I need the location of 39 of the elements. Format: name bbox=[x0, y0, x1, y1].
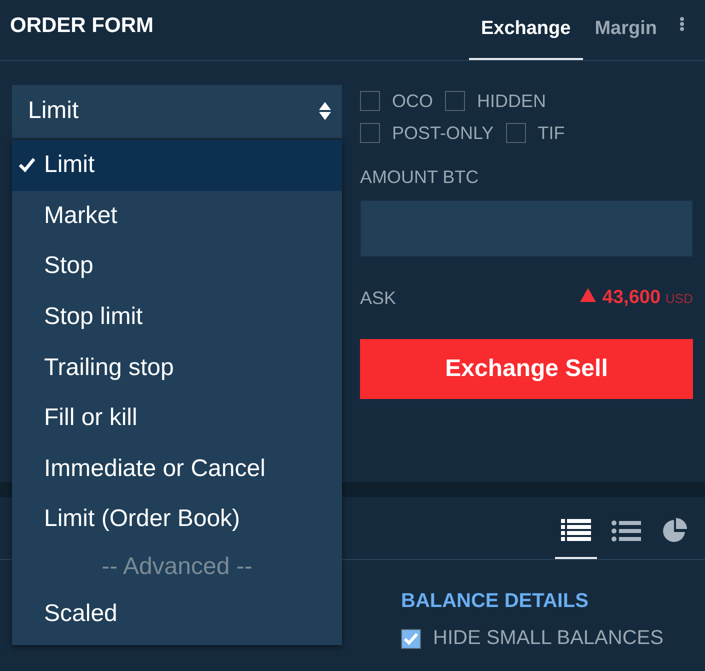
menu-option[interactable]: Stop limit bbox=[12, 292, 342, 342]
checkbox-label: HIDDEN bbox=[477, 90, 546, 112]
list-icon bbox=[611, 518, 641, 542]
tab[interactable]: Exchange bbox=[468, 0, 583, 60]
more-icon[interactable] bbox=[679, 16, 685, 32]
table-icon bbox=[561, 518, 591, 542]
ask-price: 43,600 bbox=[602, 287, 661, 309]
menu-option[interactable]: Scaled bbox=[12, 588, 342, 640]
check-icon bbox=[18, 157, 36, 174]
menu-option[interactable]: Limit bbox=[12, 140, 342, 191]
checkbox-label: POST-ONLY bbox=[392, 122, 494, 144]
tab[interactable]: Margin bbox=[582, 0, 669, 60]
panel-title: ORDER FORM bbox=[10, 13, 154, 39]
sell-button[interactable]: Exchange Sell bbox=[360, 339, 693, 399]
checkbox-label: OCO bbox=[392, 90, 434, 112]
ask-label: ASK bbox=[360, 288, 396, 308]
amount-field[interactable] bbox=[360, 200, 693, 257]
order-type-select[interactable]: Limit bbox=[12, 85, 342, 138]
checkbox[interactable] bbox=[360, 91, 380, 111]
menu-option[interactable]: Limit (Order Book) bbox=[12, 494, 342, 545]
menu-group-label: -- Advanced -- bbox=[100, 552, 254, 582]
sort-icon bbox=[318, 100, 332, 120]
checkbox[interactable] bbox=[401, 628, 421, 648]
checkbox[interactable] bbox=[506, 123, 526, 143]
field-label: AMOUNT BTC bbox=[360, 167, 480, 188]
menu-option[interactable]: Immediate or Cancel bbox=[12, 444, 342, 494]
menu-option[interactable]: Market bbox=[12, 190, 342, 242]
checkbox-label: HIDE SMALL BALANCES bbox=[433, 627, 664, 650]
check-icon bbox=[403, 632, 419, 646]
checkbox[interactable] bbox=[360, 123, 380, 143]
checkbox[interactable] bbox=[445, 91, 466, 111]
pie-chart-icon bbox=[661, 516, 689, 544]
menu-option[interactable]: Stop bbox=[12, 241, 342, 292]
menu-option[interactable]: Fill or kill bbox=[12, 392, 342, 444]
section-title: BALANCE DETAILS bbox=[401, 590, 590, 613]
menu-option[interactable]: Trailing stop bbox=[12, 342, 342, 393]
up-triangle-icon bbox=[579, 287, 598, 303]
checkbox-label: TIF bbox=[538, 122, 565, 144]
currency-label: USD bbox=[666, 291, 693, 306]
